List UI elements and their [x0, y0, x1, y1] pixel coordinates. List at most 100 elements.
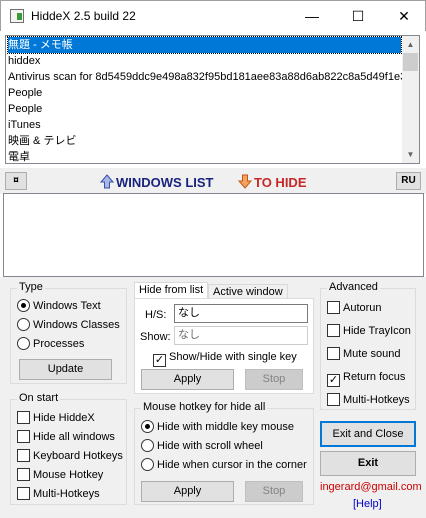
- to-hide-move-button[interactable]: TO HIDE: [238, 174, 307, 190]
- mouse-radio-scroll-wheel[interactable]: Hide with scroll wheel: [141, 438, 263, 454]
- radio-selected-icon: [141, 420, 154, 433]
- window-title: HiddeX 2.5 build 22: [31, 9, 136, 23]
- checkbox-icon: [17, 449, 30, 462]
- app-icon: [10, 9, 24, 23]
- author-email-link[interactable]: ingerard@gmail.com: [320, 481, 422, 493]
- checkbox-label: Hide TrayIcon: [343, 325, 411, 337]
- checkbox-icon: [17, 487, 30, 500]
- on-start-multi-hotkeys[interactable]: Multi-Hotkeys: [17, 486, 100, 502]
- minimize-icon[interactable]: —: [289, 1, 335, 32]
- checkbox-label: Mute sound: [343, 348, 401, 360]
- windows-list[interactable]: 無題 - メモ帳 hiddex Antivirus scan for 8d545…: [5, 35, 420, 164]
- mouse-hotkey-group: Mouse hotkey for hide all Hide with midd…: [134, 401, 314, 505]
- checkbox-label: Return focus: [343, 371, 406, 383]
- type-radio-windows-text[interactable]: Windows Text: [17, 298, 101, 314]
- mouse-hotkey-group-title: Mouse hotkey for hide all: [141, 401, 268, 413]
- show-label: Show:: [140, 331, 171, 343]
- windows-list-label: WINDOWS LIST: [116, 175, 214, 190]
- title-bar: HiddeX 2.5 build 22 — ☐ ✕: [0, 0, 426, 31]
- type-group: Type Windows Text Windows Classes Proces…: [10, 281, 127, 384]
- update-button[interactable]: Update: [19, 359, 112, 380]
- hs-label: H/S:: [145, 309, 167, 321]
- on-start-hide-all-windows[interactable]: Hide all windows: [17, 429, 115, 445]
- stop-button[interactable]: Stop: [245, 369, 303, 390]
- checkbox-checked-icon: ✓: [327, 374, 340, 387]
- on-start-group-title: On start: [17, 392, 61, 404]
- tab-hide-from-list[interactable]: Hide from list: [134, 282, 209, 299]
- checkbox-icon: [17, 411, 30, 424]
- radio-icon: [141, 458, 154, 471]
- hide-tab-panel: H/S: なし Show: なし ✓ Show/Hide with single …: [134, 298, 314, 394]
- checkbox-icon: [327, 347, 340, 360]
- mouse-stop-button[interactable]: Stop: [245, 481, 303, 502]
- advanced-return-focus[interactable]: ✓ Return focus: [327, 369, 406, 387]
- checkbox-label: Multi-Hotkeys: [343, 394, 410, 406]
- radio-label: Processes: [33, 338, 85, 350]
- exit-button[interactable]: Exit: [320, 451, 416, 476]
- checkbox-label: Autorun: [343, 302, 382, 314]
- apply-button[interactable]: Apply: [141, 369, 234, 390]
- type-radio-windows-classes[interactable]: Windows Classes: [17, 317, 120, 333]
- advanced-group: Advanced Autorun Hide TrayIcon Mute soun…: [320, 281, 416, 410]
- maximize-icon[interactable]: ☐: [335, 1, 381, 32]
- mouse-radio-middle-key[interactable]: Hide with middle key mouse: [141, 419, 294, 435]
- close-icon[interactable]: ✕: [381, 1, 426, 32]
- list-item[interactable]: 映画 & テレビ: [8, 133, 76, 149]
- hs-hotkey-field[interactable]: なし: [174, 304, 308, 323]
- arrow-up-icon: [100, 174, 114, 189]
- on-start-hide-hiddex[interactable]: Hide HiddeX: [17, 410, 95, 426]
- single-key-checkbox[interactable]: ✓ Show/Hide with single key: [153, 349, 297, 367]
- checkbox-icon: [327, 301, 340, 314]
- checkbox-icon: [17, 468, 30, 481]
- checkbox-label: Multi-Hotkeys: [33, 488, 100, 500]
- list-toolbar: ¤ WINDOWS LIST TO HIDE RU: [0, 168, 426, 194]
- on-start-group: On start Hide HiddeX Hide all windows Ke…: [10, 392, 127, 505]
- language-button[interactable]: RU: [396, 172, 421, 190]
- pin-button[interactable]: ¤: [5, 172, 27, 190]
- checkbox-label: Keyboard Hotkeys: [33, 450, 123, 462]
- scroll-down-icon[interactable]: ▼: [402, 146, 419, 163]
- checkbox-icon: [327, 393, 340, 406]
- type-group-title: Type: [17, 281, 45, 293]
- checkbox-icon: [327, 324, 340, 337]
- arrow-down-icon: [238, 174, 252, 189]
- checkbox-icon: [17, 430, 30, 443]
- mouse-apply-button[interactable]: Apply: [141, 481, 234, 502]
- checkbox-label: Show/Hide with single key: [169, 351, 297, 363]
- scroll-up-icon[interactable]: ▲: [402, 36, 419, 53]
- radio-label: Hide with middle key mouse: [157, 421, 294, 433]
- radio-icon: [17, 337, 30, 350]
- advanced-hide-trayicon[interactable]: Hide TrayIcon: [327, 323, 411, 339]
- advanced-multi-hotkeys[interactable]: Multi-Hotkeys: [327, 392, 410, 408]
- show-hotkey-field[interactable]: なし: [174, 326, 308, 345]
- list-item[interactable]: hiddex: [8, 53, 40, 69]
- radio-label: Hide when cursor in the corner: [157, 459, 307, 471]
- checkbox-label: Mouse Hotkey: [33, 469, 104, 481]
- windows-list-move-button[interactable]: WINDOWS LIST: [100, 174, 214, 190]
- to-hide-label: TO HIDE: [254, 175, 307, 190]
- advanced-mute-sound[interactable]: Mute sound: [327, 346, 400, 362]
- radio-selected-icon: [17, 299, 30, 312]
- list-item[interactable]: 無題 - メモ帳: [7, 36, 402, 54]
- checkbox-label: Hide all windows: [33, 431, 115, 443]
- scroll-thumb[interactable]: [403, 53, 418, 71]
- radio-icon: [17, 318, 30, 331]
- mouse-radio-corner[interactable]: Hide when cursor in the corner: [141, 457, 307, 473]
- list-scrollbar[interactable]: ▲ ▼: [402, 36, 419, 163]
- help-link[interactable]: [Help]: [353, 498, 382, 510]
- advanced-group-title: Advanced: [327, 281, 380, 293]
- list-item[interactable]: Antivirus scan for 8d5459ddc9e498a832f95…: [8, 69, 403, 85]
- list-item[interactable]: People: [8, 101, 42, 117]
- list-item[interactable]: People: [8, 85, 42, 101]
- on-start-mouse-hotkey[interactable]: Mouse Hotkey: [17, 467, 103, 483]
- hidden-windows-list[interactable]: [3, 193, 424, 277]
- list-item[interactable]: iTunes: [8, 117, 41, 133]
- on-start-keyboard-hotkeys[interactable]: Keyboard Hotkeys: [17, 448, 123, 464]
- exit-and-close-button[interactable]: Exit and Close: [320, 421, 416, 447]
- list-item[interactable]: 電卓: [8, 149, 30, 163]
- radio-label: Hide with scroll wheel: [157, 440, 263, 452]
- radio-icon: [141, 439, 154, 452]
- advanced-autorun[interactable]: Autorun: [327, 300, 382, 316]
- type-radio-processes[interactable]: Processes: [17, 336, 84, 352]
- checkbox-label: Hide HiddeX: [33, 412, 95, 424]
